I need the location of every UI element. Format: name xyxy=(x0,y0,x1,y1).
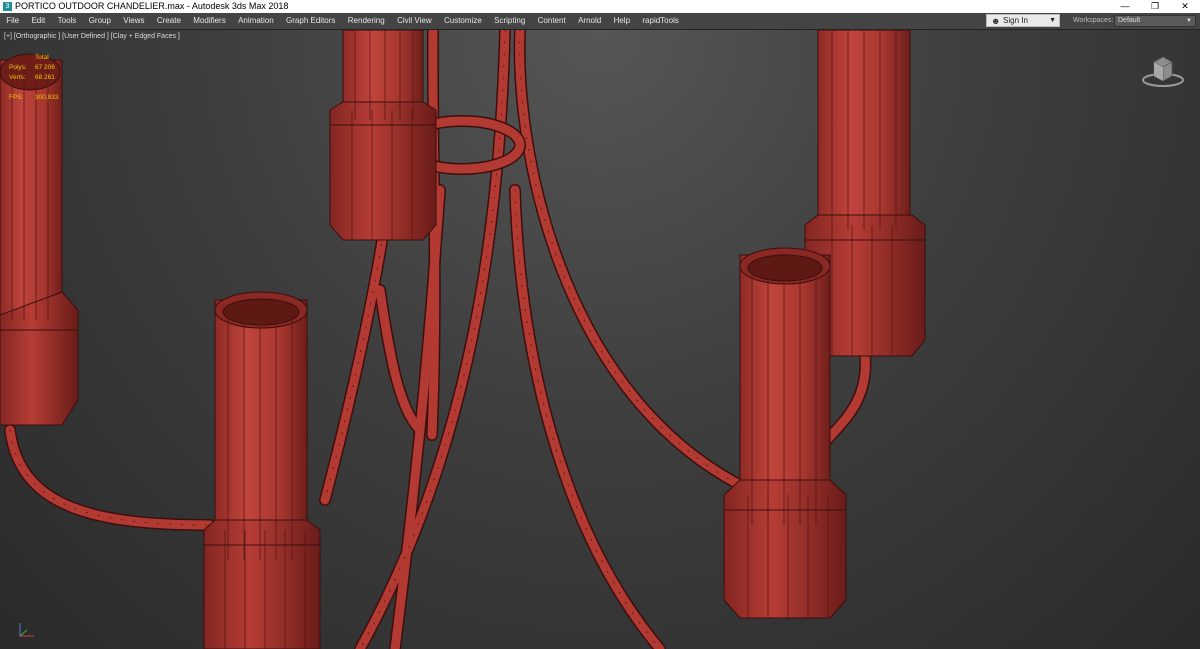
verts-label: Verts: xyxy=(9,74,26,81)
menu-civil-view[interactable]: Civil View xyxy=(391,13,438,29)
axis-tripod-icon xyxy=(19,623,34,637)
statistics-overlay: Total Polys: 67 206 Verts: 68 261 FPS: 300,… xyxy=(9,53,71,103)
menu-animation[interactable]: Animation xyxy=(232,13,280,29)
window-title: PORTICO OUTDOOR CHANDELIER.max - Autodes… xyxy=(15,1,289,11)
user-icon: ☻ xyxy=(991,16,1001,26)
menu-file[interactable]: File xyxy=(0,13,25,29)
menu-graph-editors[interactable]: Graph Editors xyxy=(280,13,342,29)
minimize-icon[interactable]: — xyxy=(1110,0,1140,13)
stats-header: Total xyxy=(35,54,49,61)
sign-in-label: Sign In xyxy=(1003,16,1028,25)
menu-group[interactable]: Group xyxy=(83,13,118,29)
viewport-label[interactable]: [+] [Orthographic ] [User Defined ] [Cla… xyxy=(4,33,180,40)
menu-help[interactable]: Help xyxy=(607,13,636,29)
perspective-viewport[interactable]: [+] [Orthographic ] [User Defined ] [Cla… xyxy=(0,30,1200,649)
viewcube-icon[interactable] xyxy=(1140,50,1186,90)
menu-views[interactable]: Views xyxy=(117,13,151,29)
menu-content[interactable]: Content xyxy=(531,13,571,29)
chevron-down-icon: ▼ xyxy=(1049,17,1056,24)
close-icon[interactable]: ✕ xyxy=(1170,0,1200,13)
3ds-max-icon: 3 xyxy=(3,2,12,11)
menu-create[interactable]: Create xyxy=(151,13,187,29)
workspace-select[interactable]: Default ▼ xyxy=(1114,15,1196,27)
fps-label: FPS: xyxy=(9,94,24,101)
chandelier-model[interactable] xyxy=(0,30,1200,649)
workspaces-label: Workspaces: xyxy=(1073,17,1114,24)
menu-scripting[interactable]: Scripting xyxy=(488,13,532,29)
menu-tools[interactable]: Tools xyxy=(51,13,82,29)
polys-label: Polys: xyxy=(9,64,27,71)
fps-value: 300,833 xyxy=(35,94,59,101)
polys-value: 67 206 xyxy=(35,64,55,71)
title-bar: 3 PORTICO OUTDOOR CHANDELIER.max - Autod… xyxy=(0,0,1200,13)
menu-customize[interactable]: Customize xyxy=(438,13,488,29)
menu-arnold[interactable]: Arnold xyxy=(572,13,608,29)
sign-in-dropdown[interactable]: ☻ Sign In ▼ xyxy=(986,14,1060,27)
restore-icon[interactable]: ❐ xyxy=(1140,0,1170,13)
menu-edit[interactable]: Edit xyxy=(25,13,51,29)
menu-bar: File Edit Tools Group Views Create Modif… xyxy=(0,13,1200,30)
workspace-value: Default xyxy=(1118,17,1141,24)
verts-value: 68 261 xyxy=(35,74,55,81)
menu-rendering[interactable]: Rendering xyxy=(342,13,391,29)
chevron-down-icon: ▼ xyxy=(1186,18,1192,24)
menu-modifiers[interactable]: Modifiers xyxy=(187,13,232,29)
menu-rapidtools[interactable]: rapidTools xyxy=(636,13,685,29)
